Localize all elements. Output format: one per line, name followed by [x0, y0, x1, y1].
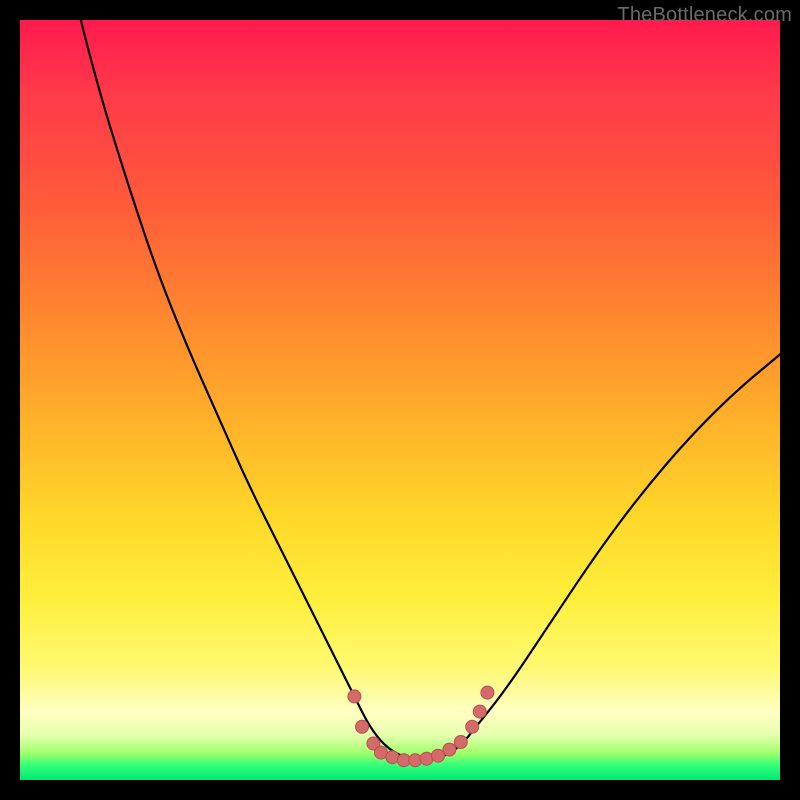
chart-svg — [20, 20, 780, 780]
plot-area — [20, 20, 780, 780]
marker-group — [348, 686, 494, 767]
marker-dot — [386, 751, 399, 764]
marker-dot — [432, 749, 445, 762]
marker-dot — [409, 754, 422, 767]
marker-dot — [443, 743, 456, 756]
marker-dot — [481, 686, 494, 699]
marker-dot — [356, 720, 369, 733]
chart-frame: TheBottleneck.com — [0, 0, 800, 800]
marker-dot — [420, 752, 433, 765]
marker-dot — [454, 736, 467, 749]
marker-dot — [348, 690, 361, 703]
bottleneck-curve — [81, 20, 780, 760]
watermark-text: TheBottleneck.com — [617, 4, 792, 27]
marker-dot — [397, 754, 410, 767]
marker-dot — [473, 705, 486, 718]
marker-dot — [367, 737, 380, 750]
marker-dot — [375, 746, 388, 759]
marker-dot — [466, 720, 479, 733]
